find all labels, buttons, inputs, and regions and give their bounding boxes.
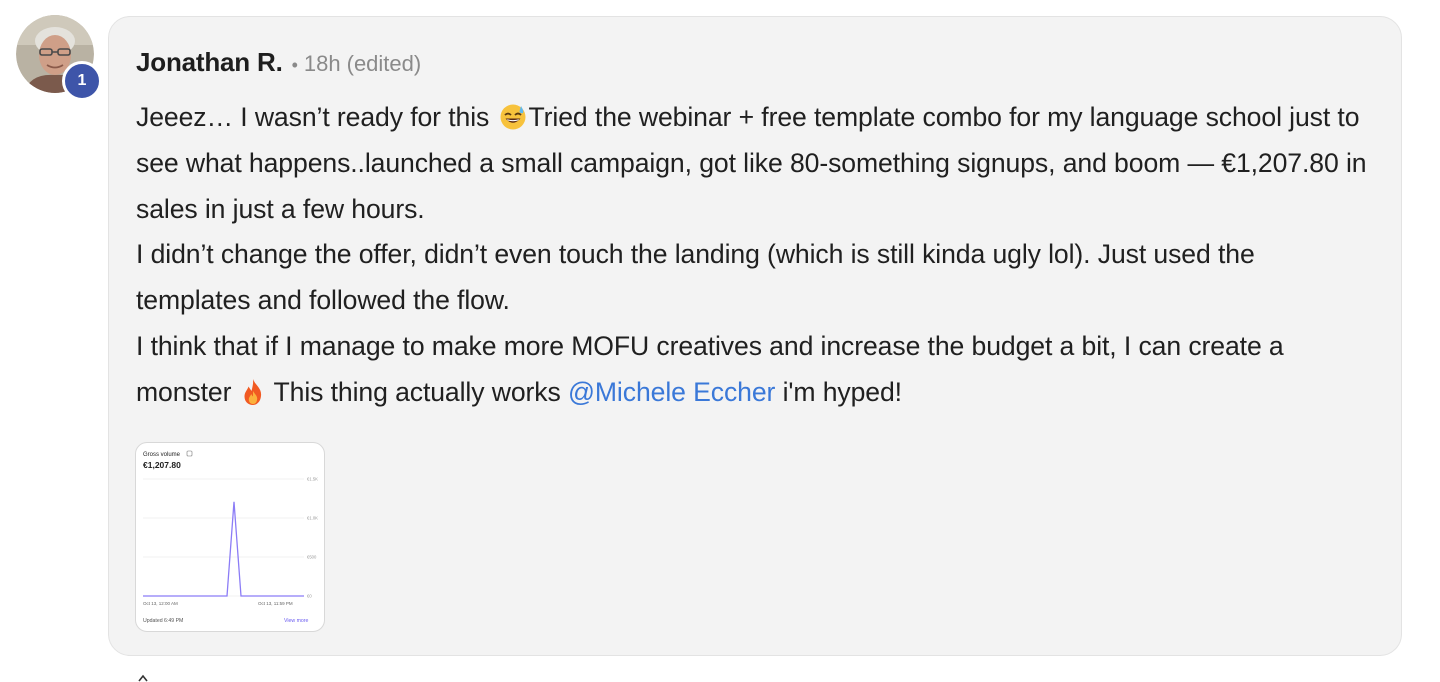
fire-emoji	[244, 378, 261, 405]
paragraph-3-text-c: i'm hyped!	[782, 376, 902, 407]
paragraph-1: Jeeez… I wasn’t ready for this Tried the…	[136, 95, 1376, 232]
gross-volume-chart: Gross volume €1,207.80 €1.5K€1.0K€500€0 …	[143, 450, 318, 624]
y-tick-label: €1.5K	[307, 477, 318, 482]
comment-thread: 1 Jonathan R. • 18h (edited) Jeeez… I wa…	[0, 0, 1440, 682]
comment-bubble: Jonathan R. • 18h (edited) Jeeez… I wasn…	[108, 16, 1402, 656]
chart-amount: €1,207.80	[143, 460, 181, 470]
edited-label: (edited)	[346, 51, 422, 76]
comment-header: Jonathan R. • 18h (edited)	[136, 47, 421, 78]
user-mention-link[interactable]: @Michele Eccher	[568, 377, 775, 407]
y-tick-label: €0	[307, 594, 312, 599]
x-start-label: Oct 13, 12:00 AM	[143, 601, 178, 606]
author-avatar[interactable]: 1	[16, 15, 102, 101]
paragraph-3: I think that if I manage to make more MO…	[136, 324, 1376, 416]
y-tick-label: €500	[307, 555, 317, 560]
grinning-sweat-emoji	[500, 104, 526, 130]
chart-y-ticks: €1.5K €1.0K €500 €0	[307, 477, 318, 599]
chart-title: Gross volume	[143, 452, 181, 458]
chart-series-line	[143, 501, 304, 597]
timestamp[interactable]: 18h	[304, 51, 341, 77]
comment-body: Jeeez… I wasn’t ready for this Tried the…	[136, 95, 1376, 416]
chart-gridlines	[143, 478, 304, 597]
info-icon	[186, 450, 193, 457]
paragraph-3-text-b: This thing actually works	[273, 376, 561, 407]
paragraph-2: I didn’t change the offer, didn’t even t…	[136, 239, 1255, 316]
view-more-link[interactable]: View more	[284, 618, 309, 624]
level-badge: 1	[62, 61, 102, 101]
meta-separator: •	[291, 55, 298, 75]
updated-label: Updated 6:49 PM	[143, 618, 183, 624]
paragraph-1-text-a: Jeeez… I wasn’t ready for this	[136, 102, 490, 132]
x-end-label: Oct 13, 11:59 PM	[258, 601, 293, 606]
attachment-image[interactable]: Gross volume €1,207.80 €1.5K €1.0K €500 €0 …	[135, 442, 325, 632]
y-tick-label: €1.0K	[307, 516, 318, 521]
chart-series	[143, 501, 304, 597]
caret-icon	[138, 674, 148, 682]
author-name[interactable]: Jonathan R.	[136, 47, 283, 78]
